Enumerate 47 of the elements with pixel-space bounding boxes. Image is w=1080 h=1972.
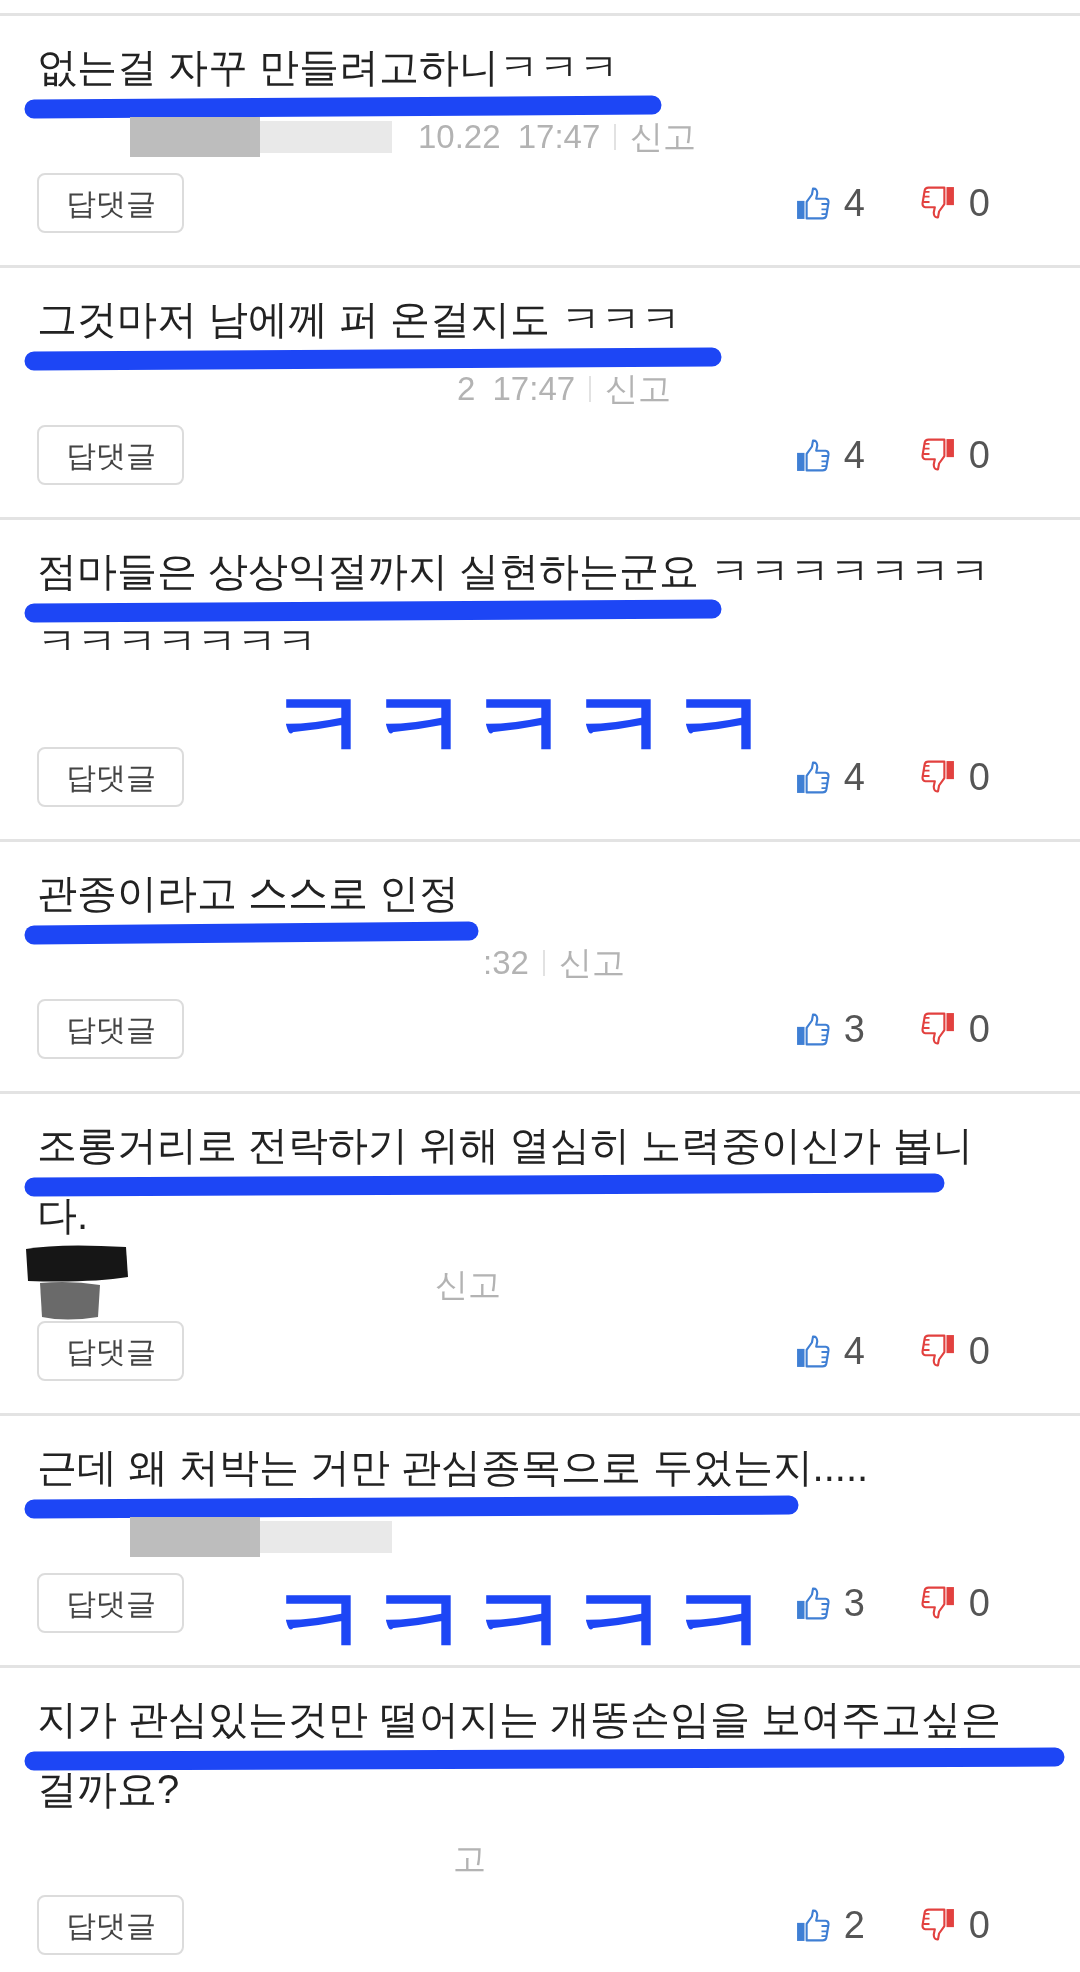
reply-button[interactable]: 답댓글 xyxy=(37,1573,184,1633)
thumbs-down-icon xyxy=(920,1012,955,1046)
thumbs-down-icon xyxy=(920,186,955,220)
thumbs-down-icon xyxy=(920,1334,955,1368)
thumbs-up-icon xyxy=(795,1908,830,1942)
like-button[interactable]: 4 xyxy=(795,174,865,232)
reply-button[interactable]: 답댓글 xyxy=(37,747,184,807)
handwritten-annotation: ㅋㅋㅋㅋㅋ xyxy=(270,670,770,780)
thumbs-up-icon xyxy=(795,760,830,794)
like-button[interactable]: 3 xyxy=(795,1574,865,1632)
comment-text: 관종이라고 스스로 인정 xyxy=(37,870,461,917)
reply-button[interactable]: 답댓글 xyxy=(37,1895,184,1955)
dislike-button[interactable]: 0 xyxy=(920,426,990,484)
thumbs-down-icon xyxy=(920,1908,955,1942)
dislike-button[interactable]: 0 xyxy=(920,1322,990,1380)
comment-time: :32 xyxy=(483,943,529,984)
comment-text: 지가 관심있는것만 떨어지는 개똥손임을 보여주고싶은 걸까요? xyxy=(37,1696,1003,1813)
thumbs-up-icon xyxy=(795,186,830,220)
reply-button[interactable]: 답댓글 xyxy=(37,999,184,1059)
like-button[interactable]: 4 xyxy=(795,426,865,484)
reply-button[interactable]: 답댓글 xyxy=(37,1321,184,1381)
dislike-button[interactable]: 0 xyxy=(920,1000,990,1058)
comment-text: 없는걸 자꾸 만들려고하니ㅋㅋㅋ xyxy=(37,44,621,91)
like-button[interactable]: 4 xyxy=(795,748,865,806)
comment-time: 2 17:47 xyxy=(457,369,576,410)
reply-button[interactable]: 답댓글 xyxy=(37,425,184,485)
thumbs-down-icon xyxy=(920,760,955,794)
comment-text: 근데 왜 처박는 거만 관심종목으로 두었는지..... xyxy=(37,1444,870,1491)
dislike-button[interactable]: 0 xyxy=(920,1574,990,1632)
thumbs-down-icon xyxy=(920,438,955,472)
like-button[interactable]: 4 xyxy=(795,1322,865,1380)
thumbs-down-icon xyxy=(920,1586,955,1620)
comment-text: 조롱거리로 전락하기 위해 열심히 노력중이신가 봅니다. xyxy=(37,1122,974,1239)
comment-text: 그것마저 남에께 퍼 온걸지도 ㅋㅋㅋ xyxy=(37,296,683,343)
comment-time: 10.22 17:47 xyxy=(418,117,601,158)
handwritten-annotation: ㅋㅋㅋㅋㅋ xyxy=(270,1566,770,1676)
thumbs-up-icon xyxy=(795,438,830,472)
thumbs-up-icon xyxy=(795,1012,830,1046)
dislike-button[interactable]: 0 xyxy=(920,174,990,232)
like-button[interactable]: 3 xyxy=(795,1000,865,1058)
thumbs-up-icon xyxy=(795,1334,830,1368)
like-button[interactable]: 2 xyxy=(795,1896,865,1954)
comment-text: 점마들은 상상익절까지 실현하는군요 ㅋㅋㅋㅋㅋㅋㅋㅋㅋㅋㅋㅋㅋㅋ xyxy=(37,548,992,665)
reply-button[interactable]: 답댓글 xyxy=(37,173,184,233)
dislike-button[interactable]: 0 xyxy=(920,1896,990,1954)
dislike-button[interactable]: 0 xyxy=(920,748,990,806)
thumbs-up-icon xyxy=(795,1586,830,1620)
